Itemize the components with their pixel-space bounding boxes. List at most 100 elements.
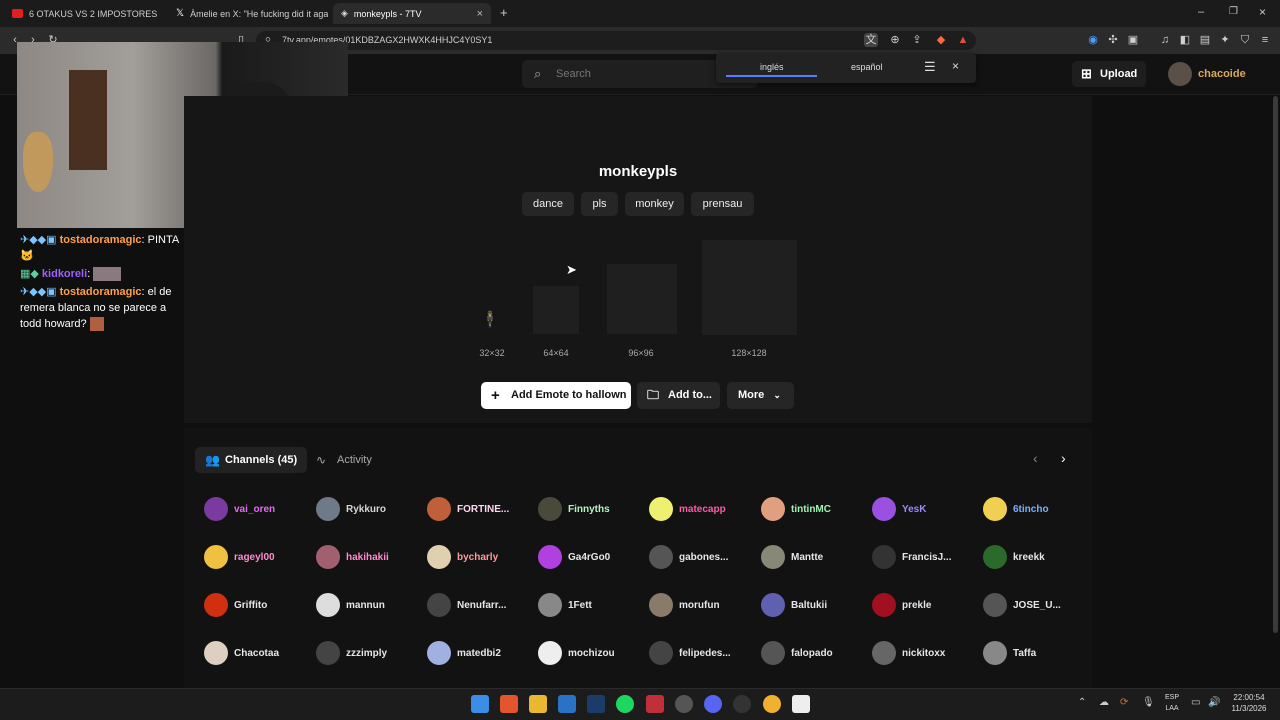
input-language[interactable]: ESP LAA bbox=[1161, 692, 1183, 714]
channel-item[interactable]: mochizou bbox=[538, 641, 615, 665]
channel-item[interactable]: nickitoxx bbox=[872, 641, 945, 665]
leo-ai-icon[interactable]: ✦ bbox=[1218, 33, 1232, 47]
network-icon[interactable]: ▭ bbox=[1191, 697, 1200, 708]
channel-name: matedbi2 bbox=[457, 647, 501, 659]
volume-icon[interactable]: 🔊 bbox=[1208, 697, 1220, 708]
emote-preview-96[interactable] bbox=[607, 264, 677, 334]
channel-item[interactable]: Mantte bbox=[761, 545, 823, 569]
channel-item[interactable]: matecapp bbox=[649, 497, 726, 521]
microphone-icon[interactable]: 🎙 bbox=[1142, 697, 1155, 708]
channel-item[interactable]: tintinMC bbox=[761, 497, 831, 521]
bing-icon[interactable] bbox=[558, 695, 576, 713]
translate-options-icon[interactable]: ☰ bbox=[924, 59, 936, 75]
upload-button[interactable]: ⊞ Upload bbox=[1072, 61, 1146, 87]
channel-item[interactable]: YesK bbox=[872, 497, 926, 521]
translate-icon[interactable]: 文 bbox=[864, 33, 878, 47]
channel-item[interactable]: bycharly bbox=[427, 545, 498, 569]
channel-item[interactable]: morufun bbox=[649, 593, 720, 617]
channel-item[interactable]: Ga4rGo0 bbox=[538, 545, 610, 569]
media-icon[interactable]: ▣ bbox=[1126, 33, 1140, 47]
new-tab-button[interactable]: + bbox=[500, 5, 508, 20]
user-menu[interactable]: chacoide bbox=[1168, 61, 1246, 87]
translate-target-lang[interactable]: español bbox=[851, 62, 883, 72]
channel-item[interactable]: FORTINE... bbox=[427, 497, 509, 521]
tab-activity[interactable]: ∿ Activity bbox=[316, 447, 372, 473]
channel-item[interactable]: FrancisJ... bbox=[872, 545, 951, 569]
more-button[interactable]: More ⌄ bbox=[727, 382, 794, 409]
next-page-icon[interactable]: › bbox=[1061, 450, 1066, 466]
system-clock[interactable]: 22:00:54 11/3/2026 bbox=[1224, 692, 1274, 714]
translate-source-lang[interactable]: inglés bbox=[760, 62, 784, 72]
brave-shields-icon[interactable]: ◆ bbox=[934, 33, 948, 47]
channel-item[interactable]: matedbi2 bbox=[427, 641, 501, 665]
menu-icon[interactable]: ≡ bbox=[1258, 33, 1272, 47]
close-window-icon[interactable]: × bbox=[1259, 5, 1266, 19]
tag-monkey[interactable]: monkey bbox=[625, 192, 684, 216]
channel-item[interactable]: Baltukii bbox=[761, 593, 827, 617]
zoom-icon[interactable]: ⊕ bbox=[888, 33, 902, 47]
channel-item[interactable]: zzzimply bbox=[316, 641, 387, 665]
channel-item[interactable]: Griffito bbox=[204, 593, 267, 617]
ccleaner-icon[interactable] bbox=[733, 695, 751, 713]
channel-item[interactable]: gabones... bbox=[649, 545, 728, 569]
tag-pls[interactable]: pls bbox=[581, 192, 618, 216]
avatar bbox=[204, 497, 228, 521]
page-scrollbar[interactable] bbox=[1273, 96, 1278, 633]
channel-item[interactable]: kreekk bbox=[983, 545, 1045, 569]
add-to-button[interactable]: 🗀 Add to... bbox=[637, 382, 720, 409]
steam-icon[interactable] bbox=[587, 695, 605, 713]
sidebar-icon[interactable]: ◧ bbox=[1178, 33, 1192, 47]
minimize-icon[interactable]: – bbox=[1198, 6, 1204, 18]
channel-item[interactable]: Nenufarr... bbox=[427, 593, 506, 617]
music-icon[interactable]: ♫ bbox=[1158, 33, 1172, 47]
spotify-icon[interactable] bbox=[616, 695, 634, 713]
app-icon[interactable] bbox=[792, 695, 810, 713]
channel-item[interactable]: Taffa bbox=[983, 641, 1036, 665]
channel-item[interactable]: mannun bbox=[316, 593, 385, 617]
add-emote-button[interactable]: + Add Emote to hallown bbox=[481, 382, 631, 409]
windows-start-icon[interactable] bbox=[471, 695, 489, 713]
channel-item[interactable]: JOSE_U... bbox=[983, 593, 1061, 617]
close-tab-icon[interactable]: × bbox=[477, 8, 483, 20]
channel-item[interactable]: rageyl00 bbox=[204, 545, 275, 569]
discord-icon[interactable] bbox=[704, 695, 722, 713]
file-explorer-icon[interactable] bbox=[529, 695, 547, 713]
wallet-icon[interactable]: ▤ bbox=[1198, 33, 1212, 47]
channel-item[interactable]: 6tincho bbox=[983, 497, 1049, 521]
translate-close-icon[interactable]: × bbox=[952, 59, 959, 73]
cloud-icon[interactable]: ☁ bbox=[1099, 697, 1109, 708]
brave-rewards-icon[interactable]: ▲ bbox=[956, 33, 970, 47]
vpn-icon[interactable]: ⛉ bbox=[1238, 33, 1252, 47]
emote-preview-64[interactable] bbox=[533, 286, 579, 334]
emote-preview-128[interactable] bbox=[702, 240, 797, 335]
channel-item[interactable]: hakihakii bbox=[316, 545, 389, 569]
tag-dance[interactable]: dance bbox=[522, 192, 574, 216]
browser-tab-x[interactable]: 𝕏 Àmelie en X: "He fucking did it again" bbox=[168, 3, 328, 24]
obs-icon[interactable] bbox=[675, 695, 693, 713]
channel-item[interactable]: falopado bbox=[761, 641, 833, 665]
audio-icon[interactable]: ◉ bbox=[1086, 33, 1100, 47]
share-icon[interactable]: ⇪ bbox=[910, 33, 924, 47]
brave-browser-icon[interactable] bbox=[500, 695, 518, 713]
channel-item[interactable]: felipedes... bbox=[649, 641, 731, 665]
prev-page-icon[interactable]: ‹ bbox=[1033, 450, 1038, 466]
emote-preview-32[interactable]: 🕴 bbox=[480, 310, 502, 335]
channel-name: YesK bbox=[902, 503, 927, 515]
extensions-icon[interactable]: ✣ bbox=[1106, 33, 1120, 47]
channel-item[interactable]: Chacotaa bbox=[204, 641, 279, 665]
channel-item[interactable]: Finnyths bbox=[538, 497, 610, 521]
tab-channels[interactable]: 👥 Channels (45) bbox=[195, 447, 307, 473]
tray-chevron-icon[interactable]: ⌃ bbox=[1078, 697, 1086, 708]
channel-item[interactable]: vai_oren bbox=[204, 497, 275, 521]
chrome-icon[interactable] bbox=[763, 695, 781, 713]
username: chacoide bbox=[1198, 68, 1246, 80]
update-icon[interactable]: ⟳ bbox=[1120, 697, 1128, 708]
browser-tab-youtube[interactable]: 6 OTAKUS VS 2 IMPOSTORES - YouTu bbox=[4, 3, 164, 24]
channel-item[interactable]: Rykkuro bbox=[316, 497, 386, 521]
channel-item[interactable]: prekle bbox=[872, 593, 931, 617]
netflix-icon[interactable] bbox=[646, 695, 664, 713]
channel-item[interactable]: 1Fett bbox=[538, 593, 592, 617]
tag-prensau[interactable]: prensau bbox=[691, 192, 754, 216]
restore-icon[interactable]: ❐ bbox=[1229, 6, 1238, 17]
browser-tab-7tv[interactable]: ◈ monkeypls - 7TV × bbox=[333, 3, 491, 24]
